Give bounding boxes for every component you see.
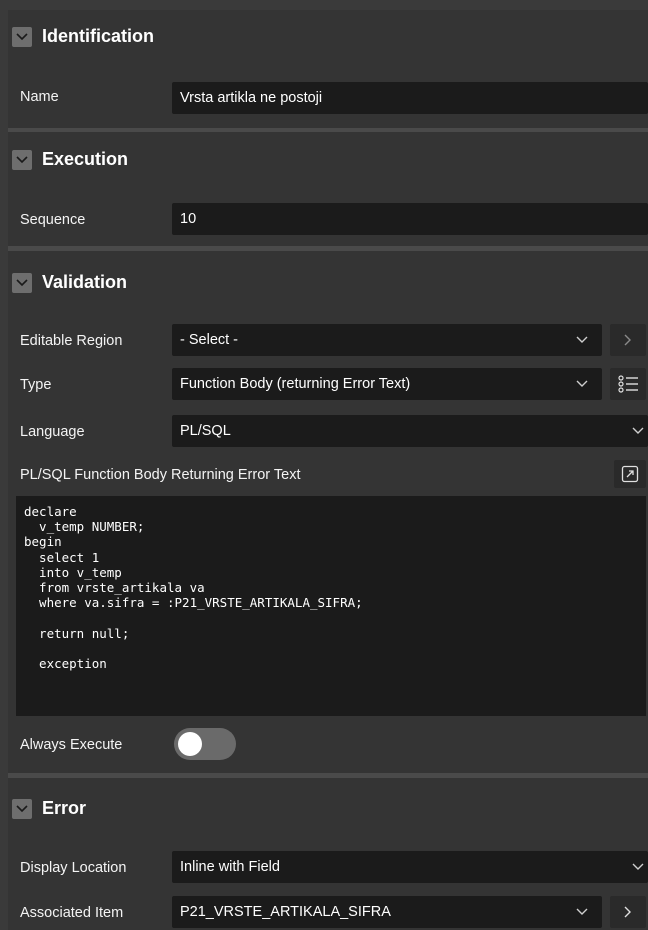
name-input[interactable]: Vrsta artikla ne postoji: [172, 82, 648, 114]
identification-collapse-toggle[interactable]: [12, 27, 32, 47]
code-label: PL/SQL Function Body Returning Error Tex…: [20, 467, 301, 483]
code-line: exception: [24, 655, 107, 671]
code-line: into v_temp: [24, 564, 122, 580]
display-location-value: Inline with Field: [180, 859, 280, 875]
chevron-down-icon: [16, 33, 28, 41]
type-value: Function Body (returning Error Text): [180, 376, 411, 392]
display-location-select[interactable]: Inline with Field: [172, 851, 648, 883]
editable-region-select[interactable]: - Select -: [172, 324, 602, 356]
chevron-right-icon: [624, 334, 631, 346]
language-label: Language: [20, 424, 85, 440]
error-title: Error: [42, 798, 87, 818]
always-execute-toggle[interactable]: [174, 728, 236, 760]
chevron-down-icon: [632, 427, 644, 434]
chevron-down-icon: [576, 908, 588, 915]
expand-code-editor-button[interactable]: [614, 460, 646, 488]
code-line: return null;: [24, 625, 130, 641]
chevron-down-icon: [576, 380, 588, 387]
associated-item-select[interactable]: P21_VRSTE_ARTIKALA_SIFRA: [172, 896, 602, 928]
code-line: from vrste_artikala va: [24, 579, 205, 595]
execution-collapse-toggle[interactable]: [12, 150, 32, 170]
type-select[interactable]: Function Body (returning Error Text): [172, 368, 602, 400]
editable-region-label: Editable Region: [20, 333, 123, 349]
associated-item-label: Associated Item: [20, 905, 124, 921]
go-to-item-button[interactable]: [610, 896, 646, 928]
expand-icon: [621, 465, 639, 483]
chevron-down-icon: [632, 863, 644, 870]
list-icon: [618, 375, 638, 393]
name-label: Name: [20, 89, 59, 105]
code-line: where va.sifra = :P21_VRSTE_ARTIKALA_SIF…: [24, 595, 363, 611]
type-label: Type: [20, 377, 52, 393]
chevron-down-icon: [16, 156, 28, 164]
editable-region-value: - Select -: [180, 332, 239, 348]
code-line: declare: [24, 504, 77, 519]
language-value: PL/SQL: [180, 423, 231, 439]
validation-title: Validation: [42, 272, 128, 292]
always-execute-label: Always Execute: [20, 737, 123, 753]
chevron-down-icon: [16, 279, 28, 287]
code-line: begin: [24, 534, 62, 550]
chevron-right-icon: [624, 906, 631, 918]
go-to-region-button[interactable]: [610, 324, 646, 356]
sequence-input[interactable]: 10: [172, 203, 648, 235]
chevron-down-icon: [576, 336, 588, 343]
error-collapse-toggle[interactable]: [12, 799, 32, 819]
sequence-label: Sequence: [20, 212, 86, 228]
error-header-band: [8, 778, 648, 838]
validation-collapse-toggle[interactable]: [12, 273, 32, 293]
language-select[interactable]: PL/SQL: [172, 415, 648, 447]
execution-title: Execution: [42, 149, 129, 169]
associated-item-value: P21_VRSTE_ARTIKALA_SIFRA: [180, 904, 391, 920]
identification-title: Identification: [42, 26, 154, 46]
toggle-knob: [178, 732, 202, 756]
chevron-down-icon: [16, 805, 28, 813]
code-line: v_temp NUMBER;: [24, 519, 145, 535]
code-editor[interactable]: declare v_temp NUMBER; begin select 1 in…: [16, 496, 646, 716]
code-line: select 1: [24, 549, 100, 565]
display-location-label: Display Location: [20, 860, 127, 876]
type-list-button[interactable]: [610, 368, 646, 400]
